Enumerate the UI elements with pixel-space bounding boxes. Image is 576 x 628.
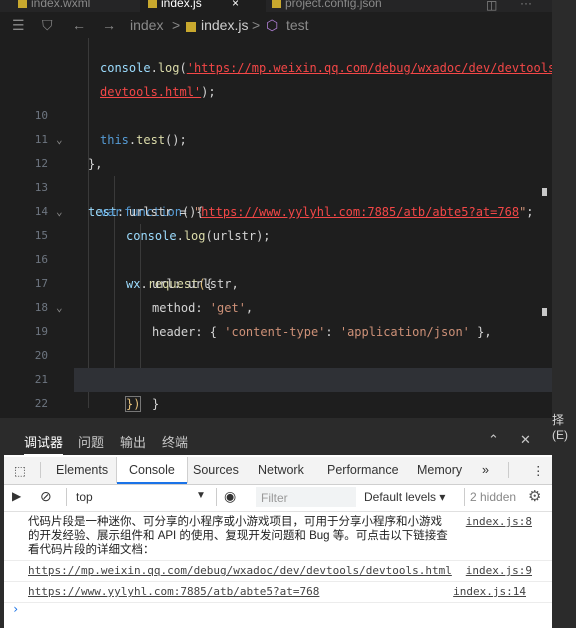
console-message: 代码片段是一种迷你、可分享的小程序或小游戏项目，可用于分享小程序和小游戏的开发经… (4, 512, 552, 561)
close-icon[interactable]: × (232, 0, 239, 12)
hidden-count: 2 hidden (470, 490, 517, 504)
context-dropdown-icon[interactable]: ▼ (196, 490, 206, 501)
tab-performance[interactable]: Performance (327, 463, 399, 477)
code-line: devtools.html'); (100, 85, 216, 99)
right-strip-label[interactable]: 择(E) (552, 411, 576, 442)
tab-label: project.config.json (285, 0, 382, 10)
breadcrumb: ☰ ⛉ ← → index > index.js > ⬡ test (0, 12, 552, 39)
tab-network[interactable]: Network (258, 463, 304, 477)
code-line: 18 header: { 'content-type': 'applicatio… (34, 301, 492, 339)
inspect-element-icon[interactable]: ⬚ (14, 463, 26, 478)
tab-output[interactable]: 输出 (120, 432, 146, 451)
console-prompt[interactable]: › (12, 602, 19, 616)
console-message: https://mp.weixin.qq.com/debug/wxadoc/de… (4, 561, 552, 582)
breadcrumb-index[interactable]: index (130, 17, 163, 33)
bookmark-icon[interactable]: ⛉ (42, 17, 53, 34)
context-select[interactable]: top (76, 490, 93, 504)
tab-memory[interactable]: Memory (417, 463, 462, 477)
code-line: 17 method: 'get', (34, 277, 254, 315)
code-line: 19 ⌄ complete(res){ (0, 296, 552, 387)
split-editor-icon[interactable]: ◫ (486, 0, 497, 12)
js-file-icon (148, 0, 157, 9)
code-line: 10 this.test(); (34, 109, 187, 147)
breadcrumb-file[interactable]: index.js (201, 17, 248, 33)
list-icon[interactable]: ☰ (12, 17, 25, 34)
code-line: console.log('https://mp.weixin.qq.com/de… (100, 61, 552, 75)
tab-elements[interactable]: Elements (56, 463, 108, 477)
tab-index-wxml[interactable]: index.wxml (18, 0, 90, 12)
message-text: 代码片段是一种迷你、可分享的小程序或小游戏项目，可用于分享小程序和小游戏的开发经… (28, 516, 448, 556)
code-editor[interactable]: console.log('https://mp.weixin.qq.com/de… (0, 38, 552, 418)
breadcrumb-sep: > (172, 17, 181, 33)
tab-label: index.js (161, 0, 202, 10)
code-line: 14 console.log(urlstr); (34, 205, 271, 243)
code-line: 12 ⌄ test:function(){ (0, 128, 552, 219)
devtools-tab-bar: ⬚ Elements Console Sources Network Perfo… (4, 457, 552, 485)
tab-index-js[interactable]: index.js × (140, 0, 266, 12)
tab-sources[interactable]: Sources (193, 463, 239, 477)
tab-debugger[interactable]: 调试器 (24, 432, 64, 456)
code-line: 13 var urlstr = "https://www.yylyhl.com:… (34, 181, 534, 219)
more-actions-icon[interactable]: ··· (520, 0, 532, 12)
sidebar-toggle-icon[interactable]: ▶ (12, 489, 21, 503)
tab-problems[interactable]: 问题 (78, 432, 104, 451)
tab-label: index.wxml (31, 0, 91, 10)
tab-terminal[interactable]: 终端 (162, 432, 188, 451)
code-line: 16 url: urlstr, (34, 253, 239, 291)
fold-chevron-icon[interactable]: ⌄ (56, 200, 63, 224)
bottom-tab-bar: 调试器 问题 输出 终端 ⌃ ✕ (4, 425, 552, 456)
file-icon (272, 0, 281, 9)
method-cube-icon: ⬡ (266, 17, 279, 33)
code-line: 21 } (34, 373, 160, 411)
source-link[interactable]: index.js:14 (453, 585, 526, 599)
code-line: 15 ⌄ wx.request({ (0, 200, 552, 291)
file-icon (18, 0, 27, 9)
source-link[interactable]: index.js:8 (466, 515, 532, 529)
chevron-up-icon[interactable]: ⌃ (488, 432, 499, 448)
clear-console-icon[interactable]: ⊘ (40, 488, 52, 505)
close-panel-icon[interactable]: ✕ (520, 432, 531, 448)
tab-console[interactable]: Console (116, 457, 188, 484)
message-link[interactable]: https://mp.weixin.qq.com/debug/wxadoc/de… (28, 564, 452, 577)
breadcrumb-method[interactable]: test (286, 17, 309, 33)
code-line: 20 console.log(res); (34, 349, 289, 387)
breadcrumb-sep: > (252, 17, 261, 33)
filter-input[interactable]: Filter (256, 487, 356, 507)
file-tab-bar: index.wxml index.js × project.config.json… (0, 0, 552, 12)
forward-arrow-icon[interactable]: → (102, 17, 116, 33)
back-arrow-icon[interactable]: ← (72, 17, 86, 33)
console-messages: 代码片段是一种迷你、可分享的小程序或小游戏项目，可用于分享小程序和小游戏的开发经… (4, 512, 552, 603)
log-levels-select[interactable]: Default levels ▾ (364, 490, 445, 504)
right-strip: 择(E) (552, 0, 576, 628)
code-line-number: 22 (34, 397, 48, 410)
fold-chevron-icon[interactable]: ⌄ (56, 128, 63, 152)
debugger-panel: 调试器 问题 输出 终端 ⌃ ✕ ⬚ Elements Console Sour… (4, 425, 552, 628)
eye-icon[interactable]: ◉ (224, 488, 236, 505)
source-link[interactable]: index.js:9 (466, 564, 532, 578)
scroll-marker (542, 188, 547, 196)
more-tabs-icon[interactable]: » (482, 463, 489, 477)
gear-icon[interactable]: ⚙ (528, 487, 541, 505)
tab-project-config[interactable]: project.config.json (272, 0, 382, 12)
kebab-menu-icon[interactable]: ⋮ (532, 463, 545, 478)
scroll-marker (542, 308, 547, 316)
message-link[interactable]: https://www.yylyhl.com:7885/atb/abte5?at… (28, 585, 319, 598)
console-toolbar: ▶ ⊘ top ▼ ◉ Filter Default levels ▾ 2 hi… (4, 485, 552, 512)
code-line: 11 }, (34, 133, 103, 171)
console-message: https://www.yylyhl.com:7885/atb/abte5?at… (4, 582, 552, 603)
fold-chevron-icon[interactable]: ⌄ (56, 296, 63, 320)
code-line: 23 }, (0, 392, 552, 416)
